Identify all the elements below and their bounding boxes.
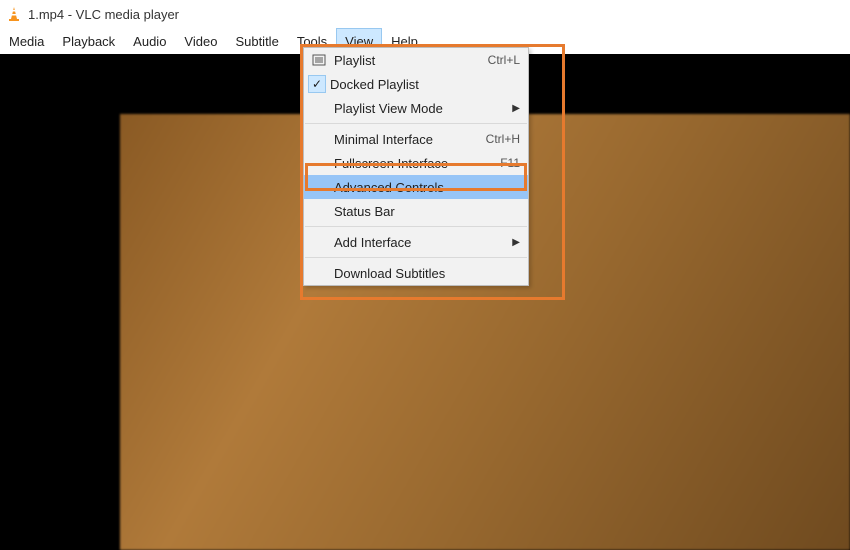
menuitem-label: Docked Playlist [326,77,520,92]
check-icon: ✓ [308,75,326,93]
menuitem-add-interface[interactable]: Add Interface ▶ [304,230,528,254]
menuitem-label: Minimal Interface [330,132,486,147]
title-bar: 1.mp4 - VLC media player [0,0,850,28]
menu-subtitle[interactable]: Subtitle [226,28,287,54]
menuitem-status-bar[interactable]: Status Bar [304,199,528,223]
menuitem-docked-playlist[interactable]: ✓ Docked Playlist [304,72,528,96]
menuitem-minimal-interface[interactable]: Minimal Interface Ctrl+H [304,127,528,151]
menu-media[interactable]: Media [0,28,53,54]
menu-separator [305,123,527,124]
menuitem-fullscreen-interface[interactable]: Fullscreen Interface F11 [304,151,528,175]
menuitem-advanced-controls[interactable]: Advanced Controls [304,175,528,199]
menuitem-label: Advanced Controls [330,180,520,195]
menu-video[interactable]: Video [175,28,226,54]
menuitem-playlist[interactable]: Playlist Ctrl+L [304,48,528,72]
menuitem-label: Playlist View Mode [330,101,510,116]
menuitem-label: Status Bar [330,204,520,219]
vlc-cone-icon [6,6,22,22]
menuitem-label: Add Interface [330,235,510,250]
menu-separator [305,257,527,258]
menu-playback[interactable]: Playback [53,28,124,54]
menuitem-label: Download Subtitles [330,266,520,281]
menuitem-accel: F11 [500,156,520,170]
submenu-arrow-icon: ▶ [510,237,520,248]
menu-separator [305,226,527,227]
menuitem-label: Playlist [330,53,488,68]
menuitem-label: Fullscreen Interface [330,156,500,171]
view-menu-dropdown: Playlist Ctrl+L ✓ Docked Playlist Playli… [303,47,529,286]
menu-audio[interactable]: Audio [124,28,175,54]
window-title: 1.mp4 - VLC media player [28,7,179,22]
submenu-arrow-icon: ▶ [510,103,520,114]
menuitem-accel: Ctrl+L [488,53,520,67]
menuitem-download-subtitles[interactable]: Download Subtitles [304,261,528,285]
playlist-icon [308,53,330,67]
menuitem-accel: Ctrl+H [486,132,520,146]
menuitem-playlist-view-mode[interactable]: Playlist View Mode ▶ [304,96,528,120]
